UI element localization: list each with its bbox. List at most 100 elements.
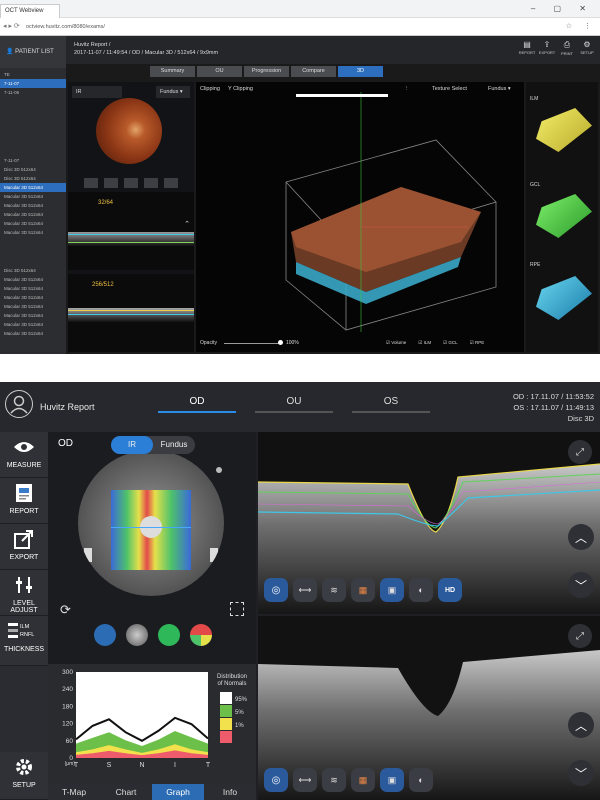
rotate-icon[interactable]: ⟳ (60, 602, 71, 618)
color-map-icon[interactable]: ▦ (351, 768, 375, 792)
check-rpe[interactable]: ☑ RPE (470, 340, 485, 346)
tool-icon[interactable] (104, 178, 118, 188)
layers-icon[interactable]: ◎ (264, 578, 288, 602)
tab-chart[interactable]: Chart (100, 784, 152, 800)
scan-item[interactable]: Macular 3D 512x64 (0, 275, 66, 284)
browser-tab[interactable]: OCT Webview (0, 4, 60, 18)
expand-icon[interactable]: ⤢ (568, 624, 592, 648)
scroll-up-button[interactable]: ︿ (568, 524, 594, 550)
scan-item[interactable]: Macular 3D 512x64 (0, 329, 66, 338)
invert-icon[interactable]: ◐ (409, 578, 433, 602)
scan-item[interactable]: Macular 3D 512x64 (0, 293, 66, 302)
scan-item[interactable]: Macular 3D 512x64 (0, 228, 66, 237)
tab-od[interactable]: OD (158, 396, 236, 413)
scan-item[interactable]: Macular 3D 512x64 (0, 320, 66, 329)
tab-info[interactable]: Info (204, 784, 256, 800)
tab-ou[interactable]: OU (197, 66, 242, 77)
oct-bscan-2[interactable]: ⤢ ︿ ﹀ ◎ ⟷ ≋ ▦ ▣ ◐ (258, 616, 600, 800)
setup-button[interactable]: SETUP (0, 752, 48, 800)
invert-icon[interactable]: ◐ (409, 768, 433, 792)
fundus-dropdown[interactable]: Fundus ▾ (156, 86, 190, 98)
patient-list-button[interactable]: 👤 PATIENT LIST (0, 36, 66, 68)
segmentation-icon[interactable]: ≋ (322, 768, 346, 792)
grayscale-icon[interactable]: ▣ (380, 768, 404, 792)
opacity-slider[interactable] (224, 343, 280, 344)
date-item[interactable]: 7-11-07 (0, 156, 66, 165)
color-map-icon[interactable]: ▦ (351, 578, 375, 602)
measure-button[interactable]: MEASURE (0, 432, 48, 478)
avatar[interactable] (5, 390, 33, 418)
check-ilm[interactable]: ☑ ILM (418, 340, 431, 346)
report-button[interactable]: ▤ REPORT (518, 40, 536, 62)
tab-progression[interactable]: Progression (244, 66, 289, 77)
fundus-thumb-icon[interactable] (126, 624, 148, 646)
expand-icon[interactable]: ⤢ (568, 440, 592, 464)
tab-graph[interactable]: Graph (152, 784, 204, 800)
oct-bscan-1[interactable]: ⤢ ︿ ﹀ ◎ ⟷ ≋ ▦ ▣ ◐ HD (258, 432, 600, 614)
report-button[interactable]: REPORT (0, 478, 48, 524)
segmentation-icon[interactable]: ≋ (322, 578, 346, 602)
tab-compare[interactable]: Compare (291, 66, 336, 77)
analysis-panel: OD IR Fundus ⟳ 0 60 120 180 240 300 (μm) T S N I T D… (48, 432, 256, 800)
check-gcl[interactable]: ☑ GCL (443, 340, 458, 346)
thickness-button[interactable]: ILM RNFL THICKNESS (0, 616, 48, 666)
caliper-icon[interactable]: ⟷ (293, 578, 317, 602)
print-button[interactable]: ⎙ PRINT (558, 40, 576, 62)
toggle-ir[interactable]: IR (111, 436, 153, 454)
opacity-handle[interactable] (278, 340, 283, 345)
scan-item[interactable]: Macular 3D 512x64 (0, 183, 66, 192)
export-button[interactable]: ⇪ EXPORT (538, 40, 556, 62)
date-item[interactable]: 7-11-06 (0, 88, 66, 97)
layers-icon[interactable] (94, 624, 116, 646)
window-controls[interactable]: – ▢ ✕ (531, 4, 594, 13)
scan-item[interactable]: Disc 3D 512x64 (0, 266, 66, 275)
fullscreen-icon[interactable] (230, 602, 244, 616)
tool-icon[interactable] (164, 178, 178, 188)
tab-tmap[interactable]: T-Map (48, 784, 100, 800)
tool-icon[interactable] (84, 178, 98, 188)
scan-item[interactable]: Macular 3D 512x64 (0, 219, 66, 228)
tab-summary[interactable]: Summary (150, 66, 195, 77)
scroll-up-button[interactable]: ︿ (568, 712, 594, 738)
setup-button[interactable]: ⚙ SETUP (578, 40, 596, 62)
check-volume[interactable]: ☑ Volume (386, 340, 406, 346)
level-adjust-button[interactable]: LEVEL ADJUST (0, 570, 48, 616)
browser-menu-icon[interactable]: ☆ ⋮ (566, 22, 596, 30)
scan-item[interactable]: Disc 3D 512x64 (0, 165, 66, 174)
url-field[interactable]: octview.huvitz.com/8080/exams/ (22, 21, 522, 33)
bscan-toolbar: ◎ ⟷ ≋ ▦ ▣ ◐ HD (264, 578, 462, 602)
tool-icon[interactable] (124, 178, 138, 188)
scan-line[interactable] (111, 527, 191, 528)
scan-item[interactable]: Disc 3D 512x64 (0, 174, 66, 183)
layers-icon[interactable]: ◎ (264, 768, 288, 792)
scan-item[interactable]: Macular 3D 512x64 (0, 284, 66, 293)
rpe-surface[interactable] (536, 276, 592, 320)
tool-icon[interactable] (144, 178, 158, 188)
scan-item[interactable]: Macular 3D 512x64 (0, 311, 66, 320)
tab-ou[interactable]: OU (255, 396, 333, 413)
scroll-up-icon[interactable]: ⌃ (184, 220, 190, 228)
sector-thumb-icon[interactable] (190, 624, 212, 646)
date-item[interactable]: TE (0, 70, 66, 79)
tab-os[interactable]: OS (352, 396, 430, 413)
tmap-thumb-icon[interactable] (158, 624, 180, 646)
ilm-label: ILM (20, 624, 30, 630)
tab-3d[interactable]: 3D (338, 66, 383, 77)
hd-icon[interactable]: HD (438, 578, 462, 602)
ilm-surface[interactable] (536, 108, 592, 152)
date-item[interactable]: 7-11-07 (0, 79, 66, 88)
mode-label[interactable]: IR (72, 86, 122, 98)
caliper-icon[interactable]: ⟷ (293, 768, 317, 792)
grayscale-icon[interactable]: ▣ (380, 578, 404, 602)
scan-item[interactable]: Macular 3D 512x64 (0, 302, 66, 311)
nav-arrows-icon[interactable]: ◂ ▸ ⟳ (3, 22, 20, 30)
scan-item[interactable]: Macular 3D 512x64 (0, 201, 66, 210)
toggle-fundus[interactable]: Fundus (153, 436, 195, 454)
scan-item[interactable]: Macular 3D 512x64 (0, 210, 66, 219)
gcl-surface[interactable] (536, 194, 592, 238)
scroll-down-button[interactable]: ﹀ (568, 760, 594, 786)
scan-item[interactable]: Macular 3D 512x64 (0, 192, 66, 201)
export-button[interactable]: EXPORT (0, 524, 48, 570)
fundus-image[interactable] (78, 450, 224, 596)
scroll-down-button[interactable]: ﹀ (568, 572, 594, 598)
